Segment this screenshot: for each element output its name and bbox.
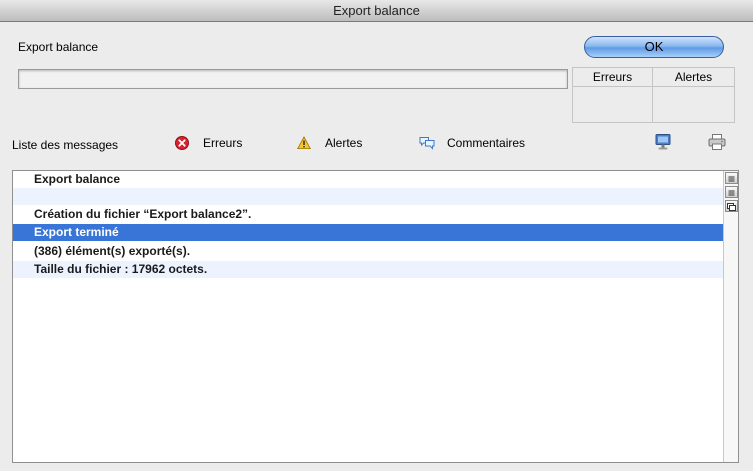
errors-count-value: [573, 87, 653, 123]
screen-icon[interactable]: [653, 132, 673, 152]
filter-alerts-label: Alertes: [325, 136, 363, 150]
counts-table: Erreurs Alertes: [572, 67, 735, 123]
filter-comments-label: Commentaires: [447, 136, 526, 150]
ok-button[interactable]: OK: [584, 36, 724, 58]
filter-alerts-toggle[interactable]: Alertes: [297, 132, 362, 154]
message-text: Export balance: [34, 172, 121, 186]
filter-comments-toggle[interactable]: Commentaires: [419, 132, 525, 154]
message-text: Taille du fichier : 17962 octets.: [34, 262, 208, 276]
vertical-scrollbar[interactable]: [723, 171, 738, 462]
header-label: Export balance: [18, 40, 99, 54]
lines-icon: [728, 190, 735, 196]
progress-field: [18, 69, 568, 89]
print-icon[interactable]: [707, 132, 727, 152]
scroll-button[interactable]: [725, 200, 738, 212]
window-title: Export balance: [333, 3, 420, 18]
filter-errors-label: Erreurs: [203, 136, 243, 150]
scroll-button[interactable]: [725, 186, 738, 198]
message-row[interactable]: Création du fichier “Export balance2”.: [13, 206, 724, 223]
window-title-bar: Export balance: [0, 0, 753, 22]
pages-icon: [727, 203, 736, 211]
warning-icon: [297, 136, 311, 150]
alerts-count-header: Alertes: [653, 68, 735, 87]
error-icon: [175, 136, 189, 150]
message-row[interactable]: (386) élément(s) exporté(s).: [13, 243, 724, 260]
window-body: Export balance OK Erreurs Alertes Liste …: [0, 22, 753, 471]
scroll-button[interactable]: [725, 172, 738, 184]
message-text: Création du fichier “Export balance2”.: [34, 207, 252, 221]
message-text: Export terminé: [34, 225, 119, 239]
alerts-count-value: [653, 87, 735, 123]
filter-errors-toggle[interactable]: Erreurs: [175, 132, 242, 154]
message-text: (386) élément(s) exporté(s).: [34, 244, 191, 258]
message-row[interactable]: Taille du fichier : 17962 octets.: [13, 261, 724, 278]
messages-list-title: Liste des messages: [12, 138, 119, 152]
message-list[interactable]: Export balance Création du fichier “Expo…: [12, 170, 739, 463]
comment-icon: [419, 136, 435, 150]
message-row[interactable]: [13, 188, 724, 205]
message-row-selected[interactable]: Export terminé: [13, 224, 724, 241]
lines-icon: [728, 176, 735, 182]
errors-count-header: Erreurs: [573, 68, 653, 87]
message-row[interactable]: Export balance: [13, 171, 724, 188]
